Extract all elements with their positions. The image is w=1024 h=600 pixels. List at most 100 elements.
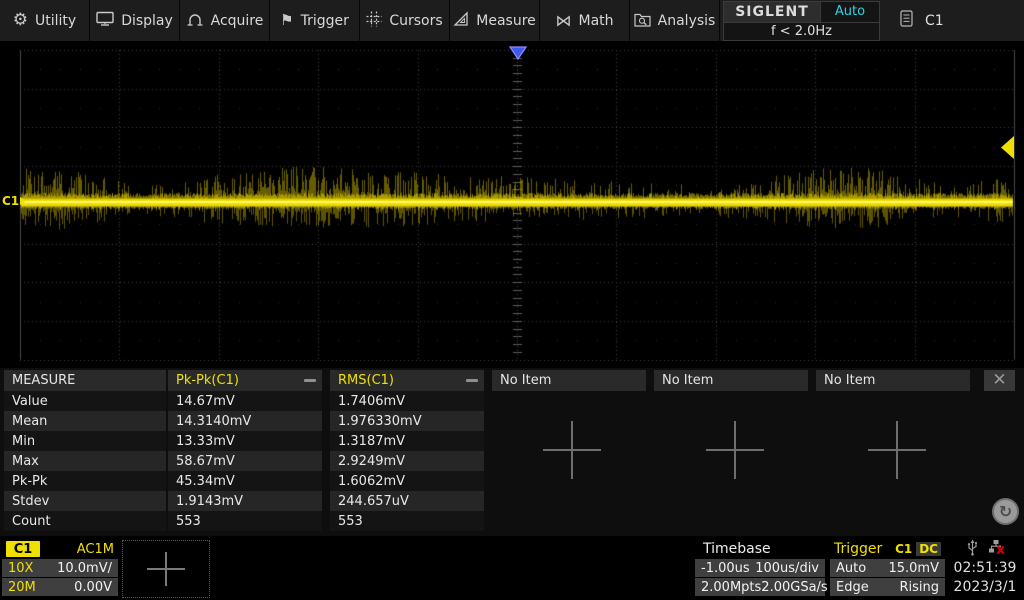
measure-column-rms[interactable]: RMS(C1)	[330, 370, 484, 391]
bandwidth-limit: 20M	[8, 580, 36, 595]
notes-button[interactable]	[900, 10, 913, 31]
measure-panel: MEASURE Pk-Pk(C1) RMS(C1) No Item No Ite…	[0, 368, 1024, 536]
menu-item-analysis[interactable]: Analysis	[630, 0, 720, 41]
menu-label: Measure	[476, 13, 536, 29]
menu-item-trigger[interactable]: Trigger	[270, 0, 360, 41]
channel-trace-text: C1	[2, 194, 19, 208]
notes-icon	[900, 10, 913, 31]
clock-date: 2023/3/1	[948, 577, 1022, 596]
menu-bar: Utility Display Acquire Trigger Cursors …	[0, 0, 1024, 43]
trace-pointer-icon	[20, 197, 26, 205]
trigger-level-marker[interactable]	[1000, 135, 1015, 164]
sample-rate: 2.00GSa/s	[761, 580, 827, 595]
timebase-delay: -1.00us	[701, 561, 750, 576]
trigger-slope: Rising	[899, 580, 939, 595]
menu-item-acquire[interactable]: Acquire	[180, 0, 270, 41]
display-icon	[96, 11, 114, 30]
measure-column-empty-2[interactable]: No Item	[654, 370, 808, 391]
trigger-status-box[interactable]: SIGLENT Auto f < 2.0Hz	[723, 1, 880, 41]
stat-label: Mean	[4, 411, 166, 431]
probe-attenuation: 10X	[8, 561, 33, 576]
menu-item-utility[interactable]: Utility	[0, 0, 90, 41]
measure-column-empty-1[interactable]: No Item	[492, 370, 646, 391]
channel-coupling: AC1M	[77, 542, 114, 557]
stat-label: Value	[4, 391, 166, 411]
stat-value: 13.33mV	[168, 431, 322, 451]
remove-measure-icon[interactable]	[304, 379, 316, 382]
trigger-source: C1	[895, 542, 912, 556]
channel-offset: 0.00V	[74, 580, 112, 595]
menu-label: Acquire	[211, 13, 264, 29]
menu-item-cursors[interactable]: Cursors	[360, 0, 450, 41]
menu-label: Utility	[35, 13, 76, 29]
measure-icon	[453, 11, 469, 30]
stat-value: 1.6062mV	[330, 471, 484, 491]
cursors-icon	[366, 11, 382, 30]
math-icon	[555, 13, 571, 29]
lan-disconnected-icon	[988, 539, 1005, 559]
stat-value: 1.9143mV	[168, 491, 322, 511]
trigger-position-marker[interactable]	[509, 45, 527, 64]
stat-value: 1.7406mV	[330, 391, 484, 411]
add-measure-button-2[interactable]	[706, 421, 764, 479]
measure-panel-title: MEASURE	[4, 370, 166, 391]
frequency-counter: f < 2.0Hz	[724, 22, 879, 40]
stat-label: Pk-Pk	[4, 471, 166, 491]
waveform-display[interactable]	[0, 43, 1024, 368]
stat-value: 14.3140mV	[168, 411, 322, 431]
trigger-type: Edge	[836, 580, 869, 595]
plus-icon	[147, 552, 185, 586]
add-channel-button[interactable]	[122, 540, 210, 598]
menu-item-display[interactable]: Display	[90, 0, 180, 41]
acquire-icon	[186, 11, 204, 30]
time-per-div: 100us/div	[755, 561, 819, 576]
stat-value: 1.3187mV	[330, 431, 484, 451]
measure-column-label: Pk-Pk(C1)	[176, 373, 239, 388]
gear-icon	[13, 12, 28, 29]
touch-gesture-icon[interactable]	[992, 498, 1019, 525]
channel-trace-label[interactable]: C1	[2, 194, 26, 208]
stat-value: 45.34mV	[168, 471, 322, 491]
trigger-coupling: DC	[916, 542, 941, 556]
timebase-info-box[interactable]: Timebase -1.00us 100us/div 2.00Mpts 2.00…	[695, 540, 825, 598]
menu-item-measure[interactable]: Measure	[450, 0, 540, 41]
stat-value: 244.657uV	[330, 491, 484, 511]
channel-info-box[interactable]: C1 AC1M 10X 10.0mV/ 20M 0.00V	[2, 540, 118, 598]
measure-column-label: RMS(C1)	[338, 373, 394, 388]
menu-label: Cursors	[389, 13, 442, 29]
siglent-logo: SIGLENT	[724, 2, 821, 22]
measure-column-empty-3[interactable]: No Item	[816, 370, 970, 391]
usb-icon	[966, 539, 979, 560]
bottom-status-bar: C1 AC1M 10X 10.0mV/ 20M 0.00V Timebase -…	[0, 536, 1024, 600]
measure-column-pkpk[interactable]: Pk-Pk(C1)	[168, 370, 322, 391]
close-icon: ✕	[992, 372, 1006, 389]
menu-channel-button[interactable]: C1	[925, 13, 944, 29]
trigger-info-box[interactable]: Trigger C1 DC Auto 15.0mV Edge Rising	[830, 540, 945, 598]
stat-label: Min	[4, 431, 166, 451]
analysis-icon	[634, 12, 651, 30]
menu-label: Trigger	[301, 13, 349, 29]
menu-label: Math	[578, 13, 613, 29]
memory-depth: 2.00Mpts	[701, 580, 761, 595]
clock-time: 02:51:39	[948, 558, 1022, 577]
remove-measure-icon[interactable]	[466, 379, 478, 382]
stat-value: 553	[330, 511, 484, 531]
stat-label: Max	[4, 451, 166, 471]
add-measure-button-1[interactable]	[543, 421, 601, 479]
acquisition-mode-badge: Auto	[821, 2, 879, 22]
measure-close-button[interactable]: ✕	[984, 370, 1015, 391]
volts-per-div: 10.0mV/	[57, 561, 112, 576]
scope-display: C1	[0, 43, 1024, 368]
flag-icon	[280, 13, 293, 28]
channel-badge[interactable]: C1	[6, 541, 40, 557]
stat-label: Stdev	[4, 491, 166, 511]
add-measure-button-3[interactable]	[868, 421, 926, 479]
stat-value: 2.9249mV	[330, 451, 484, 471]
stat-value: 553	[168, 511, 322, 531]
stat-value: 58.67mV	[168, 451, 322, 471]
stat-value: 14.67mV	[168, 391, 322, 411]
menu-item-math[interactable]: Math	[540, 0, 630, 41]
trigger-title: Trigger	[834, 541, 882, 557]
timebase-title: Timebase	[695, 540, 825, 558]
trigger-mode: Auto	[836, 561, 866, 576]
